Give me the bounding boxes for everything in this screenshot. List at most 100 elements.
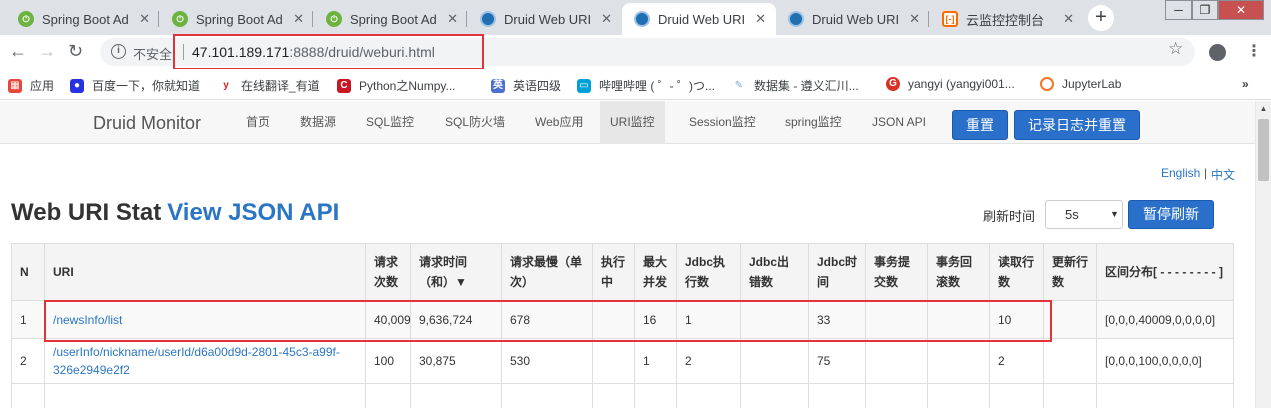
nav-sql-firewall[interactable]: SQL防火墙 [435, 101, 515, 144]
menu-kebab-icon[interactable]: ⋮ [1246, 41, 1262, 61]
tab-title: Druid Web URI [812, 11, 900, 27]
log-and-reset-button[interactable]: 记录日志并重置 [1014, 110, 1140, 140]
close-window-button[interactable]: ✕ [1218, 0, 1264, 20]
apps-icon: ▦ [8, 78, 22, 93]
forward-icon[interactable]: → [38, 41, 56, 62]
table-cell [1043, 383, 1097, 408]
browser-tab[interactable]: ⏻ Spring Boot Ad ✕ [314, 3, 468, 35]
brand[interactable]: Druid Monitor [93, 113, 201, 134]
column-header[interactable]: 事务提交数 [865, 243, 928, 301]
bookmark-item[interactable]: ● 百度一下，你就知道 [70, 77, 200, 94]
browser-tab[interactable]: ⏻ Spring Boot Ad ✕ [160, 3, 314, 35]
table-cell [808, 383, 866, 408]
column-header[interactable]: Jdbc执行数 [676, 243, 741, 301]
browser-tab[interactable]: Druid Web URI ✕ [468, 3, 622, 35]
bookmark-item[interactable]: 英 英语四级 [491, 77, 561, 94]
lang-chinese-link[interactable]: 中文 [1211, 166, 1235, 183]
close-icon[interactable]: ✕ [755, 11, 766, 27]
table-cell: [0,0,0,100,0,0,0,0] [1096, 338, 1234, 384]
bookmark-item[interactable]: ▭ 哔哩哔哩 ( ゜- ゜)つ... [577, 77, 715, 94]
column-header[interactable]: Jdbc时间 [808, 243, 866, 301]
column-header[interactable]: Jdbc出错数 [740, 243, 809, 301]
tab-title: Spring Boot Ad [350, 11, 437, 27]
more-bookmarks-icon[interactable]: » [1242, 77, 1249, 91]
table-cell [865, 383, 928, 408]
nav-sql[interactable]: SQL监控 [356, 101, 424, 144]
csdn-icon: C [337, 78, 351, 93]
reload-icon[interactable]: ↻ [68, 41, 83, 62]
refresh-interval-select[interactable]: 5s ▼ [1045, 200, 1123, 229]
bookmark-item[interactable]: JupyterLab [1040, 77, 1121, 91]
tab-title: Druid Web URI [658, 11, 746, 27]
scroll-thumb[interactable] [1258, 119, 1269, 181]
column-header[interactable]: 更新行数 [1043, 243, 1097, 301]
lang-english-link[interactable]: English [1161, 166, 1200, 180]
close-icon[interactable]: ✕ [447, 11, 458, 27]
bookmark-item[interactable]: ▦ 应用 [8, 77, 54, 94]
tab-title: 云监控控制台 [966, 12, 1045, 28]
browser-tab-active[interactable]: Druid Web URI ✕ [622, 3, 776, 35]
column-header[interactable]: N [11, 243, 45, 301]
column-header[interactable]: 请求次数 [365, 243, 411, 301]
nav-spring[interactable]: spring监控 [775, 101, 852, 144]
nav-home[interactable]: 首页 [236, 101, 280, 144]
column-header[interactable]: 区间分布[ - - - - - - - - ] [1096, 243, 1234, 301]
bookmark-item[interactable]: G yangyi (yangyi001... [886, 77, 1015, 91]
browser-tab[interactable]: ⏻ Spring Boot Ad ✕ [6, 3, 160, 35]
table-header-row: N URI 请求次数 请求时间（和）▼ 请求最慢（单次） 执行中 最大并发 Jd… [11, 243, 1234, 301]
column-header[interactable]: 执行中 [592, 243, 635, 301]
bookmark-star-icon[interactable]: ☆ [1168, 39, 1183, 59]
tab-divider [928, 11, 929, 27]
maximize-button[interactable]: ❐ [1192, 0, 1218, 20]
back-icon[interactable]: ← [9, 41, 27, 62]
close-icon[interactable]: ✕ [601, 11, 612, 27]
chevron-down-icon: ▼ [1110, 209, 1119, 219]
lang-divider: | [1204, 166, 1208, 180]
table-cell [740, 383, 809, 408]
close-icon[interactable]: ✕ [139, 11, 150, 27]
nav-uri[interactable]: URI监控 [600, 101, 665, 144]
spring-icon: ⏻ [326, 11, 342, 27]
nav-json-api[interactable]: JSON API [862, 101, 936, 144]
table-row: 2 /userInfo/nickname/userId/d6a00d9d-280… [11, 338, 1234, 384]
bookmark-item[interactable]: C Python之Numpy... [337, 77, 455, 94]
table-cell [410, 383, 502, 408]
table-cell [989, 383, 1044, 408]
page-scrollbar[interactable]: ▲ [1255, 101, 1271, 408]
table-row [11, 383, 1234, 408]
browser-tab[interactable]: Druid Web URI ✕ [776, 3, 930, 35]
table-cell [927, 338, 990, 384]
close-icon[interactable]: ✕ [909, 11, 920, 27]
column-header[interactable]: 请求最慢（单次） [501, 243, 593, 301]
nav-webapp[interactable]: Web应用 [525, 101, 593, 144]
table-cell [365, 383, 411, 408]
table-cell: 2 [676, 338, 741, 384]
column-header[interactable]: 事务回滚数 [927, 243, 990, 301]
table-cell [740, 338, 809, 384]
close-icon[interactable]: ✕ [293, 11, 304, 27]
column-header[interactable]: 请求时间（和）▼ [410, 243, 502, 301]
book-icon: 英 [491, 78, 505, 93]
browser-tab[interactable]: [-] 云监控控制台 ✕ [930, 3, 1084, 35]
column-header[interactable]: 最大并发 [634, 243, 677, 301]
column-header[interactable]: 读取行数 [989, 243, 1044, 301]
minimize-button[interactable]: ─ [1165, 0, 1192, 20]
nav-datasource[interactable]: 数据源 [290, 101, 346, 144]
bookmark-item[interactable]: y 在线翻译_有道 [219, 77, 320, 94]
tab-title: Spring Boot Ad [196, 11, 283, 27]
nav-session[interactable]: Session监控 [679, 101, 766, 144]
reset-button[interactable]: 重置 [952, 110, 1008, 140]
pause-refresh-button[interactable]: 暂停刷新 [1128, 200, 1214, 229]
info-icon[interactable]: i [111, 44, 126, 59]
column-header[interactable]: URI [44, 243, 366, 301]
profile-avatar-icon[interactable] [1209, 44, 1226, 61]
bookmark-item[interactable]: ✎ 数据集 - 遵义汇川... [732, 77, 859, 94]
new-tab-button[interactable]: + [1088, 5, 1114, 31]
youdao-icon: y [219, 78, 233, 93]
bookmark-label: 在线翻译_有道 [241, 79, 320, 93]
close-icon[interactable]: ✕ [1063, 11, 1074, 27]
view-json-api-link[interactable]: View JSON API [167, 199, 339, 226]
jupyter-icon [1040, 77, 1054, 91]
uri-link[interactable]: /userInfo/nickname/userId/d6a00d9d-2801-… [53, 345, 340, 377]
scroll-up-icon[interactable]: ▲ [1256, 101, 1271, 117]
